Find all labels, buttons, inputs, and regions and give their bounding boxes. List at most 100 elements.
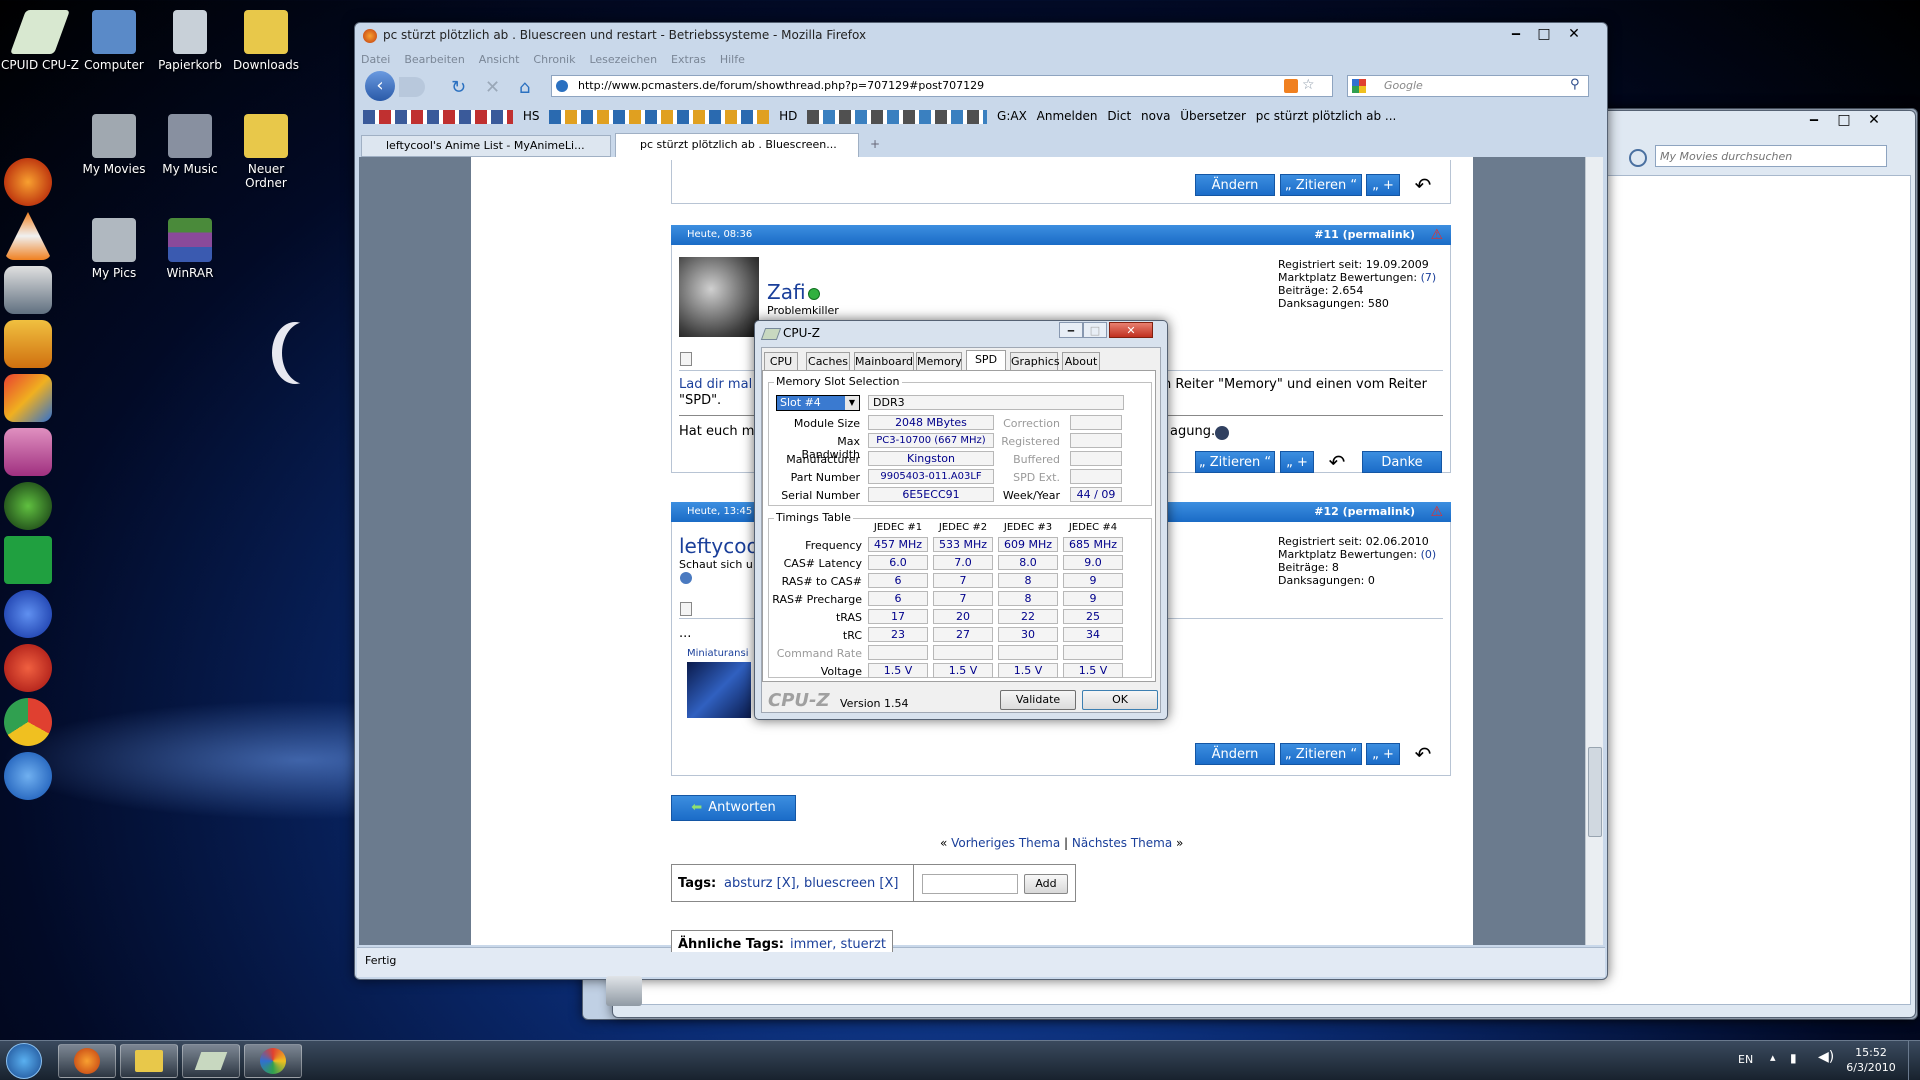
star-icon[interactable]: ☆ <box>1302 77 1315 93</box>
minimize-button[interactable]: ‒ <box>1059 322 1083 338</box>
volume-icon[interactable]: ◀) <box>1818 1049 1834 1065</box>
bookmark-uebersetzer[interactable]: Übersetzer <box>1180 109 1246 123</box>
next-thread-link[interactable]: Nächstes Thema <box>1072 836 1172 850</box>
desktop-icon-computer[interactable]: Computer <box>74 10 154 72</box>
desktop-icon-winrar[interactable]: WinRAR <box>150 218 230 280</box>
dock-lightning-icon[interactable] <box>4 590 52 638</box>
reply-arrow-icon[interactable]: ↶ <box>1404 174 1442 196</box>
slot-select[interactable]: Slot #4 ▼ <box>776 395 860 411</box>
tab-mainboard[interactable]: Mainboard <box>854 352 914 370</box>
clock[interactable]: 15:52 6/3/2010 <box>1846 1045 1896 1075</box>
antworten-button[interactable]: ⬅ Antworten <box>671 795 796 821</box>
maximize-button[interactable]: □ <box>1531 25 1557 43</box>
search-bar[interactable]: Google ⚲ <box>1347 75 1589 97</box>
network-icon[interactable]: ▮ <box>1790 1051 1797 1065</box>
tab-pc-stuerzt[interactable]: pc stürzt plötzlich ab . Bluescreen... <box>615 133 859 157</box>
tags-list[interactable]: absturz [X], bluescreen [X] <box>724 876 898 891</box>
desktop-icon-neuer-ordner[interactable]: Neuer Ordner <box>226 114 306 190</box>
rss-icon[interactable] <box>1284 79 1298 93</box>
desktop-icon-my-music[interactable]: My Music <box>150 114 230 176</box>
bookmark-gax[interactable]: G:AX <box>997 109 1027 123</box>
dock-amazon-icon[interactable] <box>4 752 52 800</box>
explorer-search-input[interactable] <box>1655 145 1887 167</box>
taskbar-explorer[interactable] <box>120 1044 178 1078</box>
maximize-button[interactable]: □ <box>1831 111 1857 129</box>
zitieren-button[interactable]: „ Zitieren “ <box>1195 451 1275 473</box>
show-desktop-button[interactable] <box>1908 1041 1920 1080</box>
home-icon[interactable]: ⌂ <box>519 77 530 98</box>
tab-caches[interactable]: Caches <box>806 352 850 370</box>
menu-lesezeichen[interactable]: Lesezeichen <box>589 53 657 66</box>
reload-icon[interactable]: ↻ <box>451 77 466 98</box>
thumbnail-image[interactable] <box>687 662 751 718</box>
dock-firefox-icon[interactable] <box>4 158 52 206</box>
bookmark-nova[interactable]: nova <box>1141 109 1170 123</box>
similar-tags-list[interactable]: immer, stuerzt <box>790 937 886 952</box>
minimize-button[interactable]: ‒ <box>1503 25 1529 43</box>
tab-about[interactable]: About <box>1062 352 1100 370</box>
bookmark-dict[interactable]: Dict <box>1107 109 1131 123</box>
menu-extras[interactable]: Extras <box>671 53 706 66</box>
report-icon[interactable]: ⚠ <box>1430 502 1443 522</box>
bookmark-hs[interactable]: HS <box>523 109 540 123</box>
dock-office-icon[interactable] <box>4 374 52 422</box>
dock-chrome-icon[interactable] <box>4 698 52 746</box>
tab-graphics[interactable]: Graphics <box>1010 352 1060 370</box>
close-button[interactable]: ✕ <box>1109 322 1153 338</box>
search-icon[interactable]: ⚲ <box>1570 77 1580 92</box>
tray-up-icon[interactable]: ▴ <box>1770 1051 1776 1064</box>
zitieren-button[interactable]: „ Zitieren “ <box>1280 174 1362 196</box>
refresh-icon[interactable] <box>1629 149 1647 167</box>
post-permalink[interactable]: #11 (permalink) <box>1314 225 1415 245</box>
vertical-scrollbar[interactable] <box>1585 157 1603 945</box>
dock-globe-icon[interactable] <box>4 482 52 530</box>
multiquote-button[interactable]: „ + <box>1366 743 1400 765</box>
tag-input[interactable] <box>922 874 1018 894</box>
aendern-button[interactable]: Ändern <box>1195 743 1275 765</box>
username-leftycool[interactable]: leftycoo <box>679 534 759 558</box>
language-indicator[interactable]: EN <box>1738 1053 1753 1066</box>
desktop-icon-my-movies[interactable]: My Movies <box>74 114 154 176</box>
validate-button[interactable]: Validate <box>1000 690 1076 710</box>
desktop-icon-recycle-bin[interactable]: Papierkorb <box>150 10 230 72</box>
tab-cpu[interactable]: CPU <box>764 352 798 370</box>
minimize-button[interactable]: ‒ <box>1801 111 1827 129</box>
maximize-button[interactable]: □ <box>1083 322 1107 338</box>
close-button[interactable]: ✕ <box>1561 25 1587 43</box>
dock-burn-icon[interactable] <box>4 644 52 692</box>
report-icon[interactable]: ⚠ <box>1430 225 1443 245</box>
menu-ansicht[interactable]: Ansicht <box>479 53 520 66</box>
add-tag-button[interactable]: Add <box>1024 874 1068 894</box>
tab-anime-list[interactable]: leftycool's Anime List - MyAnimeLi... <box>361 135 611 157</box>
aendern-button[interactable]: Ändern <box>1195 174 1275 196</box>
username-zafi[interactable]: Zafi <box>767 280 806 304</box>
danke-button[interactable]: Danke <box>1362 451 1442 473</box>
back-button[interactable]: ‹ <box>365 71 395 101</box>
dock-vlc-icon[interactable] <box>4 212 52 260</box>
post-permalink[interactable]: #12 (permalink) <box>1314 502 1415 522</box>
ok-button[interactable]: OK <box>1082 690 1158 710</box>
desktop-icon-cpuz[interactable]: CPUID CPU-Z <box>0 10 80 72</box>
menu-chronik[interactable]: Chronik <box>533 53 575 66</box>
tab-memory[interactable]: Memory <box>916 352 962 370</box>
bookmark-hd[interactable]: HD <box>779 109 797 123</box>
new-tab-button[interactable]: + <box>863 137 887 155</box>
scrollbar-thumb[interactable] <box>1588 747 1602 837</box>
multiquote-button[interactable]: „ + <box>1366 174 1400 196</box>
dock-media-player-icon[interactable] <box>4 266 52 314</box>
dock-utorrent-icon[interactable] <box>4 536 52 584</box>
desktop-icon-my-pics[interactable]: My Pics <box>74 218 154 280</box>
reply-arrow-icon[interactable]: ↶ <box>1404 743 1442 765</box>
menu-hilfe[interactable]: Hilfe <box>720 53 745 66</box>
taskbar-cpuz[interactable] <box>182 1044 240 1078</box>
bookmark-anmelden[interactable]: Anmelden <box>1037 109 1098 123</box>
tab-spd[interactable]: SPD <box>966 350 1006 372</box>
taskbar-firefox[interactable] <box>58 1044 116 1078</box>
start-button[interactable] <box>6 1043 42 1079</box>
forward-button[interactable] <box>399 77 425 97</box>
url-bar[interactable]: http://www.pcmasters.de/forum/showthread… <box>551 75 1333 97</box>
avatar[interactable] <box>679 257 759 337</box>
taskbar-media[interactable] <box>244 1044 302 1078</box>
stop-icon[interactable]: ✕ <box>485 77 500 98</box>
dock-paint-icon[interactable] <box>4 428 52 476</box>
